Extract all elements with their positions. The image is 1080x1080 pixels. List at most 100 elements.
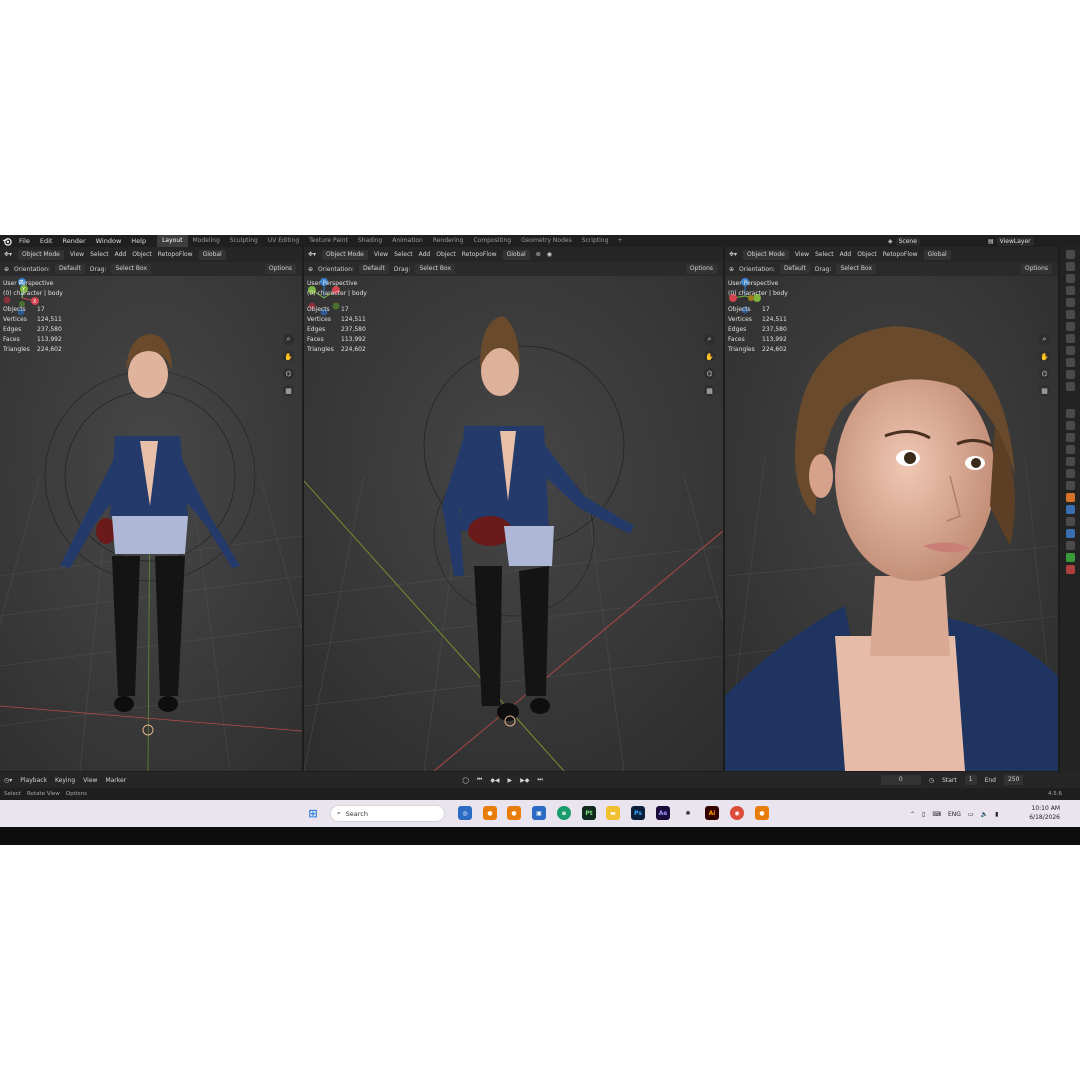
tab-sculpting[interactable]: Sculpting xyxy=(225,235,263,247)
grid-view-icon[interactable]: ▦ xyxy=(283,385,294,396)
menu-add[interactable]: Add xyxy=(840,251,852,258)
orientation-dropdown[interactable]: Default xyxy=(358,264,389,274)
camera-icon[interactable] xyxy=(1065,310,1075,319)
tab-geometry-nodes[interactable]: Geometry Nodes xyxy=(516,235,577,247)
tool-properties-icon[interactable] xyxy=(1065,409,1075,418)
options-dropdown[interactable]: Options xyxy=(685,264,717,274)
camera-view-icon[interactable]: ⌬ xyxy=(704,368,715,379)
pan-hand-icon[interactable]: ✋ xyxy=(283,351,294,362)
menu-keying[interactable]: Keying xyxy=(55,777,75,784)
end-frame-field[interactable]: 250 xyxy=(1003,775,1024,785)
start-frame-field[interactable]: 1 xyxy=(964,775,977,785)
tab-rendering[interactable]: Rendering xyxy=(428,235,469,247)
viewport-right[interactable]: ✥▾ Object Mode View Select Add Object Re… xyxy=(725,247,1058,771)
tab-uv-editing[interactable]: UV Editing xyxy=(263,235,304,247)
blender-logo-icon[interactable] xyxy=(0,235,14,247)
material-icon[interactable] xyxy=(1065,565,1075,574)
app-icon[interactable]: ◎ xyxy=(458,806,472,820)
editor-type-icon[interactable]: ✥▾ xyxy=(308,251,316,258)
blender-icon[interactable]: ● xyxy=(507,806,521,820)
language-indicator[interactable]: ENG xyxy=(948,811,961,818)
scene-properties-icon[interactable] xyxy=(1065,457,1075,466)
tool-icon[interactable]: ⊕ xyxy=(4,266,9,273)
viewlayer-name[interactable]: ViewLayer xyxy=(996,236,1034,246)
object-mode-dropdown[interactable]: Object Mode xyxy=(743,249,789,260)
options-dropdown[interactable]: Options xyxy=(264,264,296,274)
jump-start-icon[interactable]: ⏮ xyxy=(477,776,482,784)
menu-edit[interactable]: Edit xyxy=(35,235,58,247)
world-properties-icon[interactable] xyxy=(1065,469,1075,478)
editor-type-icon[interactable]: ✥▾ xyxy=(4,251,12,258)
network-icon[interactable]: ▭ xyxy=(968,811,974,818)
menu-view[interactable]: View xyxy=(83,777,97,784)
tab-shading[interactable]: Shading xyxy=(353,235,387,247)
zoom-icon[interactable]: ⌕ xyxy=(283,334,294,345)
camera-icon[interactable] xyxy=(1065,250,1075,259)
menu-retopoflow[interactable]: RetopoFlow xyxy=(883,251,918,258)
menu-view[interactable]: View xyxy=(70,251,84,258)
illustrator-icon[interactable]: Ai xyxy=(705,806,719,820)
viewport-center[interactable]: ✥▾ Object Mode View Select Add Object Re… xyxy=(304,247,723,771)
camera-icon[interactable] xyxy=(1065,298,1075,307)
render-properties-icon[interactable] xyxy=(1065,421,1075,430)
options-dropdown[interactable]: Options xyxy=(1020,264,1052,274)
camera-icon[interactable] xyxy=(1065,334,1075,343)
menu-file[interactable]: File xyxy=(14,235,35,247)
menu-add[interactable]: Add xyxy=(419,251,431,258)
menu-view[interactable]: View xyxy=(374,251,388,258)
menu-select[interactable]: Select xyxy=(394,251,413,258)
record-icon[interactable]: ◯ xyxy=(462,777,469,784)
blender-icon[interactable]: ● xyxy=(483,806,497,820)
menu-select[interactable]: Select xyxy=(90,251,109,258)
output-properties-icon[interactable] xyxy=(1065,433,1075,442)
menu-select[interactable]: Select xyxy=(815,251,834,258)
menu-retopoflow[interactable]: RetopoFlow xyxy=(158,251,193,258)
menu-object[interactable]: Object xyxy=(132,251,152,258)
tab-compositing[interactable]: Compositing xyxy=(468,235,516,247)
grid-view-icon[interactable]: ▦ xyxy=(704,385,715,396)
grid-view-icon[interactable]: ▦ xyxy=(1039,385,1050,396)
camera-view-icon[interactable]: ⌬ xyxy=(1039,368,1050,379)
transform-orientation-dropdown[interactable]: Global xyxy=(198,249,226,260)
tab-texture-paint[interactable]: Texture Paint xyxy=(304,235,353,247)
timeline-editor-icon[interactable]: ◷▾ xyxy=(4,777,12,784)
blender-active-icon[interactable]: ● xyxy=(755,806,769,820)
after-effects-icon[interactable]: Ae xyxy=(656,806,670,820)
tray-app-icon[interactable]: ▯ xyxy=(922,811,925,818)
tray-expand-icon[interactable]: ⌃ xyxy=(910,811,915,818)
store-icon[interactable]: ▣ xyxy=(532,806,546,820)
view-layer-icon[interactable] xyxy=(1065,445,1075,454)
clock-icon[interactable]: ◷ xyxy=(929,777,934,784)
modifier-wrench-icon[interactable] xyxy=(1065,505,1075,514)
pan-hand-icon[interactable]: ✋ xyxy=(704,351,715,362)
snap-icon[interactable]: ⊚ xyxy=(536,251,541,258)
tool-icon[interactable]: ⊕ xyxy=(729,266,734,273)
orientation-dropdown[interactable]: Default xyxy=(54,264,85,274)
camera-icon[interactable] xyxy=(1065,322,1075,331)
camera-icon[interactable] xyxy=(1065,358,1075,367)
object-properties-icon[interactable] xyxy=(1065,493,1075,502)
menu-playback[interactable]: Playback xyxy=(20,777,47,784)
volume-icon[interactable]: 🔈 xyxy=(981,811,988,818)
tab-layout[interactable]: Layout xyxy=(157,235,188,247)
next-keyframe-icon[interactable]: ▶◆ xyxy=(520,777,529,784)
zbrush-icon[interactable]: ✱ xyxy=(681,806,695,820)
add-workspace-button[interactable]: + xyxy=(613,235,626,247)
menu-add[interactable]: Add xyxy=(115,251,127,258)
drag-dropdown[interactable]: Select Box xyxy=(836,264,877,274)
battery-icon[interactable]: ▮ xyxy=(995,811,998,818)
file-explorer-icon[interactable]: ▬ xyxy=(606,806,620,820)
photoshop-icon[interactable]: Ps xyxy=(631,806,645,820)
edge-browser-icon[interactable]: e xyxy=(557,806,571,820)
chrome-icon[interactable]: ◉ xyxy=(730,806,744,820)
drag-dropdown[interactable]: Select Box xyxy=(415,264,456,274)
menu-object[interactable]: Object xyxy=(857,251,877,258)
viewport-scene[interactable]: ⌕ ✋ ⌬ ▦ xyxy=(304,276,723,771)
data-triangle-icon[interactable] xyxy=(1065,553,1075,562)
taskbar-clock[interactable]: 10:10 AM 6/18/2026 xyxy=(1020,804,1060,822)
jump-end-icon[interactable]: ⏭ xyxy=(537,776,542,784)
object-mode-dropdown[interactable]: Object Mode xyxy=(18,249,64,260)
constraints-icon[interactable] xyxy=(1065,541,1075,550)
zoom-icon[interactable]: ⌕ xyxy=(1039,334,1050,345)
proportional-edit-icon[interactable]: ◉ xyxy=(547,251,552,258)
